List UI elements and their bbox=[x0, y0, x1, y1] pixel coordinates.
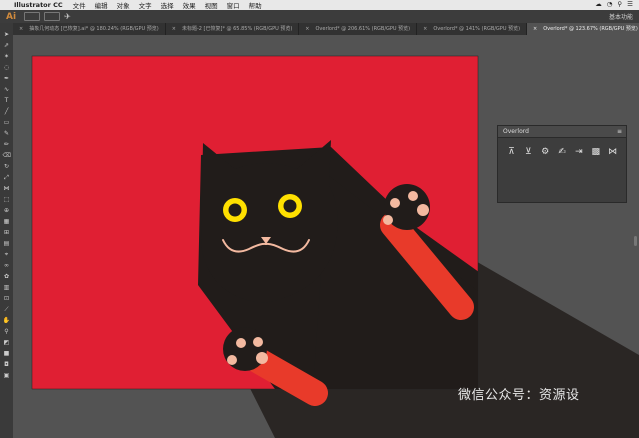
panel-title: Overlord bbox=[503, 128, 529, 135]
exclude-icon[interactable]: ⋈ bbox=[605, 146, 620, 158]
direct-selection-tool-icon[interactable]: ⇗ bbox=[3, 42, 11, 50]
color-mode-icon[interactable]: ■ bbox=[3, 350, 11, 358]
menu-edit[interactable]: 编辑 bbox=[95, 0, 108, 10]
watermark: 微信公众号：资源设 bbox=[458, 388, 580, 403]
close-icon[interactable]: × bbox=[423, 23, 427, 35]
rotate-tool-icon[interactable]: ↻ bbox=[3, 163, 11, 171]
drawing-mode-icon[interactable]: ◘ bbox=[3, 361, 11, 369]
edit-icon[interactable]: ✍ bbox=[555, 146, 570, 158]
gpu-performance-icon[interactable]: ✈ bbox=[64, 12, 71, 21]
line-tool-icon[interactable]: ╱ bbox=[3, 108, 11, 116]
menu-help[interactable]: 帮助 bbox=[249, 0, 262, 10]
app-menu[interactable]: Illustrator CC bbox=[14, 1, 63, 9]
qr-icon[interactable]: ▩ bbox=[588, 146, 603, 158]
free-transform-tool-icon[interactable]: ⬚ bbox=[3, 196, 11, 204]
canvas[interactable] bbox=[13, 35, 639, 438]
panel-menu-icon[interactable]: ≡ bbox=[617, 126, 622, 137]
tab-document-1[interactable]: × 抽象几何动态 [已恢复].ai* @ 180.24% (RGB/GPU 预览) bbox=[13, 23, 166, 35]
gradient-tool-icon[interactable]: ▤ bbox=[3, 240, 11, 248]
vertical-scrollbar[interactable] bbox=[634, 236, 637, 246]
artwork bbox=[13, 35, 639, 438]
fill-stroke-icon[interactable]: ◩ bbox=[3, 339, 11, 347]
app-bar: Ai ✈ 基本功能 bbox=[0, 10, 639, 23]
paintbrush-tool-icon[interactable]: ✎ bbox=[3, 130, 11, 138]
bridge-icon[interactable] bbox=[24, 12, 41, 21]
pen-tool-icon[interactable]: ✒ bbox=[3, 75, 11, 83]
screen-mode-icon[interactable]: ▣ bbox=[3, 372, 11, 380]
ai-logo: Ai bbox=[6, 11, 17, 22]
menu-bar: Illustrator CC 文件 编辑 对象 文字 选择 效果 视图 窗口 帮… bbox=[0, 0, 639, 10]
rectangle-tool-icon[interactable]: ▭ bbox=[3, 119, 11, 127]
blend-tool-icon[interactable]: ∞ bbox=[3, 262, 11, 270]
menu-type[interactable]: 文字 bbox=[139, 0, 152, 10]
menu-select[interactable]: 选择 bbox=[161, 0, 174, 10]
close-icon[interactable]: × bbox=[19, 23, 23, 35]
menu-file[interactable]: 文件 bbox=[73, 0, 86, 10]
push-icon[interactable]: ⇥ bbox=[571, 146, 586, 158]
artboard-tool-icon[interactable]: ⊡ bbox=[3, 295, 11, 303]
hand-tool-icon[interactable]: ✋ bbox=[3, 317, 11, 325]
status-icon[interactable]: ☁ bbox=[595, 0, 602, 8]
send-to-illustrator-icon[interactable]: ⊼ bbox=[504, 146, 519, 158]
perspective-grid-tool-icon[interactable]: ▦ bbox=[3, 218, 11, 226]
close-icon[interactable]: × bbox=[305, 23, 309, 35]
search-icon[interactable]: ⚲ bbox=[617, 0, 622, 8]
slice-tool-icon[interactable]: ⟋ bbox=[3, 306, 11, 314]
settings-icon[interactable]: ⚙ bbox=[538, 146, 553, 158]
panel-title-bar[interactable]: Overlord ≡ bbox=[498, 126, 626, 138]
type-tool-icon[interactable]: T bbox=[3, 97, 11, 105]
arrange-documents-icon[interactable] bbox=[44, 12, 61, 21]
send-to-after-effects-icon[interactable]: ⊻ bbox=[521, 146, 536, 158]
workspace-switcher[interactable]: 基本功能 bbox=[609, 12, 633, 21]
column-graph-tool-icon[interactable]: ▥ bbox=[3, 284, 11, 292]
document-tabs: × 抽象几何动态 [已恢复].ai* @ 180.24% (RGB/GPU 预览)… bbox=[13, 23, 639, 35]
magic-wand-tool-icon[interactable]: ✶ bbox=[3, 53, 11, 61]
symbol-sprayer-tool-icon[interactable]: ✿ bbox=[3, 273, 11, 281]
selection-tool-icon[interactable]: ➤ bbox=[3, 31, 11, 39]
pencil-tool-icon[interactable]: ✏ bbox=[3, 141, 11, 149]
menu-effect[interactable]: 效果 bbox=[183, 0, 196, 10]
eraser-tool-icon[interactable]: ⌫ bbox=[3, 152, 11, 160]
tools-panel: ➤ ⇗ ✶ ◌ ✒ ∿ T ╱ ▭ ✎ ✏ ⌫ ↻ ⤢ ⋈ ⬚ ⊕ ▦ ⊞ ▤ … bbox=[0, 23, 13, 438]
tab-document-4[interactable]: × Overlord* @ 141% (RGB/GPU 预览) bbox=[417, 23, 528, 35]
tab-document-2[interactable]: × 未标题-2 [已恢复]* @ 65.85% (RGB/GPU 预览) bbox=[166, 23, 300, 35]
menu-window[interactable]: 窗口 bbox=[227, 0, 240, 10]
close-icon[interactable]: × bbox=[172, 23, 176, 35]
shape-builder-tool-icon[interactable]: ⊕ bbox=[3, 207, 11, 215]
width-tool-icon[interactable]: ⋈ bbox=[3, 185, 11, 193]
zoom-tool-icon[interactable]: ⚲ bbox=[3, 328, 11, 336]
overlord-panel: Overlord ≡ ⊼ ⊻ ⚙ ✍ ⇥ ▩ ⋈ bbox=[497, 125, 627, 203]
tab-document-5[interactable]: × Overlord* @ 123.67% (RGB/GPU 预览) bbox=[527, 23, 639, 35]
curvature-tool-icon[interactable]: ∿ bbox=[3, 86, 11, 94]
mesh-tool-icon[interactable]: ⊞ bbox=[3, 229, 11, 237]
tab-document-3[interactable]: × Overlord* @ 206.61% (RGB/GPU 预览) bbox=[299, 23, 418, 35]
list-icon[interactable]: ☰ bbox=[627, 0, 633, 8]
wifi-icon[interactable]: ◔ bbox=[607, 0, 613, 8]
menu-view[interactable]: 视图 bbox=[205, 0, 218, 10]
lasso-tool-icon[interactable]: ◌ bbox=[3, 64, 11, 72]
close-icon[interactable]: × bbox=[533, 23, 537, 35]
paw-toe bbox=[383, 215, 393, 225]
scale-tool-icon[interactable]: ⤢ bbox=[3, 174, 11, 182]
menu-object[interactable]: 对象 bbox=[117, 0, 130, 10]
eyedropper-tool-icon[interactable]: ⌖ bbox=[3, 251, 11, 259]
